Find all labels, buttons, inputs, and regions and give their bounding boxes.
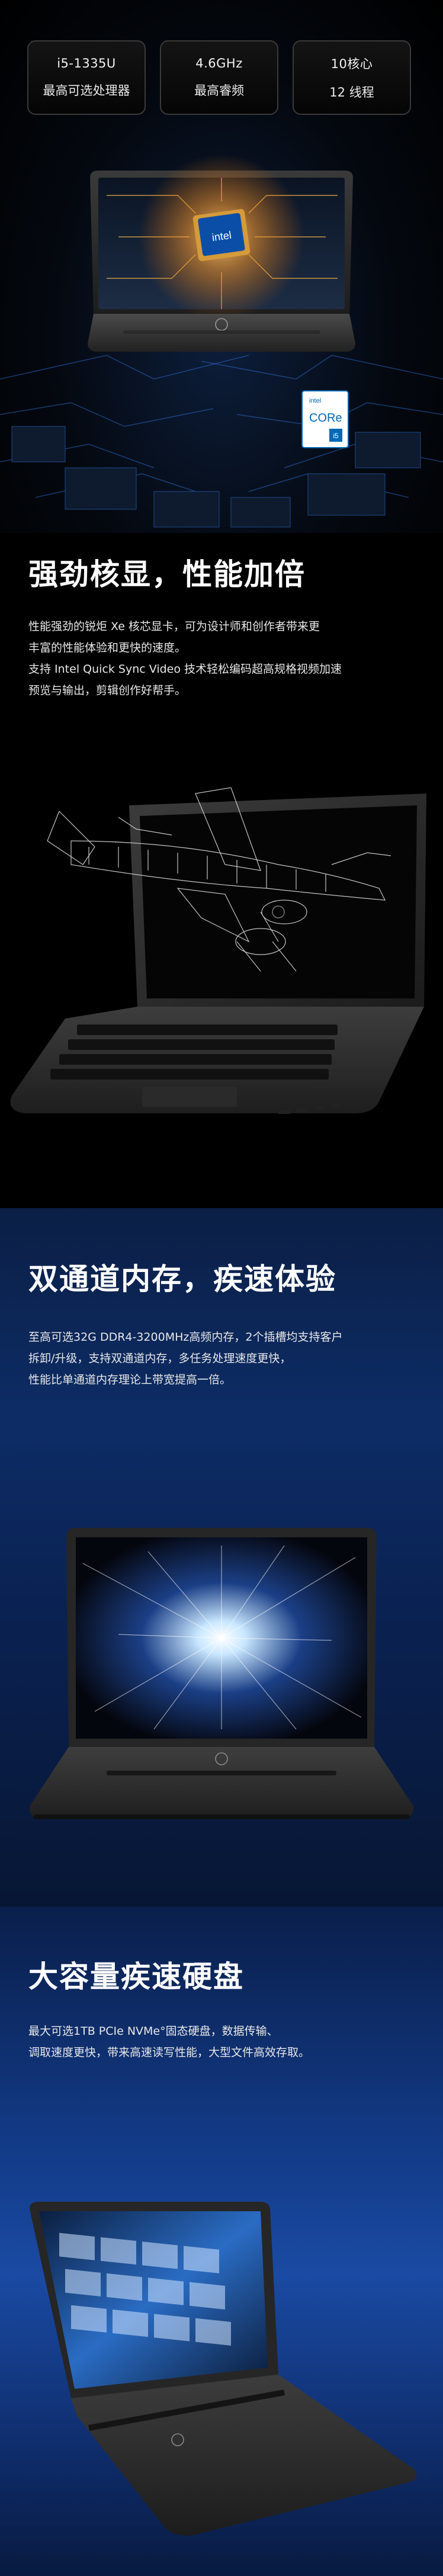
- spec-label: 最高可选处理器: [43, 83, 130, 98]
- spec-card-cores: 10核心 12 线程: [293, 40, 411, 115]
- laptop-screen: [140, 805, 417, 998]
- spec-card-frequency: 4.6GHz 最高睿频: [160, 40, 278, 115]
- badge-gen: i5: [333, 432, 339, 440]
- hero-section: intel intel CORe i5 i5-1335U 最高可选处理器 4.6…: [0, 0, 443, 533]
- memory-laptop-art: [29, 1528, 414, 1819]
- spec-label: 最高睿频: [194, 83, 244, 98]
- spec-value: 4.6GHz: [195, 56, 243, 70]
- touchpad: [142, 1087, 237, 1107]
- memory-section: 双通道内存，疾速体验 至高可选32G DDR4-3200MHz高频内存，2个插槽…: [0, 1208, 443, 1907]
- spec-card-cpu: i5-1335U 最高可选处理器: [27, 40, 146, 115]
- spec-cards: i5-1335U 最高可选处理器 4.6GHz 最高睿频 10核心 12 线程: [27, 40, 411, 115]
- storage-laptop-art: [30, 2202, 417, 2536]
- badge-brand: intel: [309, 397, 321, 404]
- graphics-laptop-art: [10, 787, 426, 1114]
- laptop-base: [29, 1747, 414, 1818]
- spec-label: 12 线程: [329, 85, 374, 99]
- circuit-blocks: [11, 426, 421, 528]
- spec-value: 10核心: [330, 57, 373, 71]
- spec-value: i5-1335U: [57, 56, 116, 70]
- graphics-section: 强劲核显，性能加倍 性能强劲的锐炬 Xe 核芯显卡，可为设计师和创作者带来更 丰…: [0, 533, 443, 1208]
- storage-section: 大容量疾速硬盘 最大可选1TB PCIe NVMe°固态硬盘，数据传输、 调取速…: [0, 1907, 443, 2576]
- badge-line: CORe: [309, 412, 342, 425]
